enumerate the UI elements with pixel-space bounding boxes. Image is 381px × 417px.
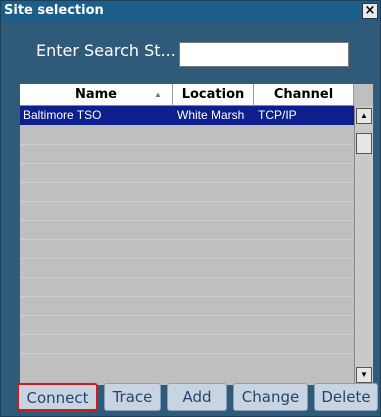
- search-input[interactable]: [179, 42, 349, 67]
- row-divider: [20, 258, 354, 259]
- row-divider: [20, 201, 354, 202]
- scroll-thumb[interactable]: [356, 133, 372, 154]
- site-selection-dialog: Site selection × Enter Search St... Name…: [0, 0, 381, 417]
- row-divider: [20, 144, 354, 145]
- connect-button[interactable]: Connect: [17, 383, 98, 411]
- cell-name: Baltimore TSO: [23, 108, 102, 122]
- table-row[interactable]: Baltimore TSO White Marsh TCP/IP: [20, 106, 354, 125]
- row-divider: [20, 296, 354, 297]
- row-divider: [20, 315, 354, 316]
- table-header: Name ▲ Location Channel: [20, 84, 354, 106]
- search-label: Enter Search St...: [36, 41, 176, 60]
- site-table: Name ▲ Location Channel Baltimore TSO Wh…: [19, 83, 374, 386]
- delete-button[interactable]: Delete: [314, 383, 378, 411]
- column-header-name[interactable]: Name: [20, 84, 173, 106]
- column-header-location[interactable]: Location: [173, 84, 254, 106]
- change-button[interactable]: Change: [233, 383, 308, 411]
- row-divider: [20, 163, 354, 164]
- scroll-down-arrow-icon[interactable]: ▼: [356, 367, 372, 383]
- row-divider: [20, 182, 354, 183]
- cell-location: White Marsh: [177, 108, 245, 122]
- column-header-channel[interactable]: Channel: [254, 84, 354, 106]
- vertical-scrollbar[interactable]: ▲ ▼: [354, 106, 373, 385]
- row-divider: [20, 220, 354, 221]
- row-divider: [20, 277, 354, 278]
- close-icon[interactable]: ×: [362, 3, 378, 19]
- trace-button[interactable]: Trace: [104, 383, 161, 411]
- cell-channel: TCP/IP: [258, 108, 297, 122]
- row-divider: [20, 239, 354, 240]
- row-divider: [20, 353, 354, 354]
- add-button[interactable]: Add: [167, 383, 227, 411]
- row-divider: [20, 334, 354, 335]
- sort-ascending-icon: ▲: [154, 90, 162, 99]
- title-bar[interactable]: Site selection ×: [1, 1, 380, 21]
- dialog-title: Site selection: [4, 3, 104, 18]
- scroll-up-arrow-icon[interactable]: ▲: [356, 108, 372, 124]
